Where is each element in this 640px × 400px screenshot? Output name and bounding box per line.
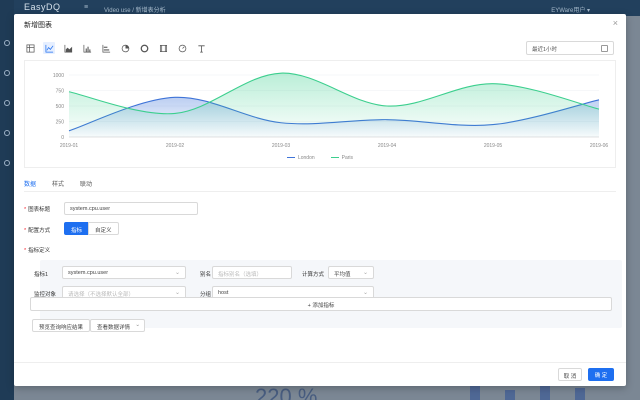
x-tick-label: 2019-02 bbox=[166, 143, 185, 149]
area-chart-icon[interactable] bbox=[62, 42, 74, 54]
y-tick-label: 500 bbox=[56, 104, 65, 110]
y-tick-label: 250 bbox=[56, 120, 65, 126]
cancel-button[interactable]: 取 消 bbox=[558, 368, 582, 381]
line-chart: 1000 750 500 250 0 2019-01 2019-02 2019-03 2019-… bbox=[53, 72, 609, 149]
view-data-detail-button[interactable]: 查看数据详情 ⌄ bbox=[90, 319, 146, 332]
config-mode-label: * 配置方式 bbox=[24, 228, 51, 234]
chart-title-label: * 图表标题 bbox=[24, 207, 51, 213]
chart-legend: London Paris bbox=[25, 155, 615, 161]
background-bar bbox=[575, 388, 585, 400]
chevron-down-icon: ⌄ bbox=[362, 290, 368, 296]
x-tick-label: 2019-04 bbox=[378, 143, 397, 149]
x-tick-label: 2019-01 bbox=[60, 143, 79, 149]
modal-title: 新增图表 bbox=[24, 22, 52, 29]
config-mode-metric[interactable]: 指标 bbox=[64, 222, 90, 235]
legend-item-london[interactable]: London bbox=[286, 155, 315, 161]
tabs-divider bbox=[24, 191, 616, 192]
footer-divider bbox=[14, 362, 626, 363]
calc-label: 计算方式 bbox=[302, 272, 325, 278]
x-tick-label: 2019-03 bbox=[272, 143, 291, 149]
background-bar bbox=[505, 390, 515, 400]
nav-icon[interactable] bbox=[4, 160, 10, 166]
calc-select[interactable]: 平均值 ⌄ bbox=[328, 266, 374, 279]
funnel-icon[interactable] bbox=[157, 42, 169, 54]
hamburger-icon[interactable]: ≡ bbox=[84, 4, 88, 11]
alias-label: 别名 bbox=[200, 272, 212, 278]
add-metric-button[interactable]: + 添加指标 bbox=[30, 297, 612, 311]
chart-title-input[interactable]: system.cpu.user bbox=[64, 202, 198, 215]
add-chart-modal: 新增图表 × 最近1小时 1000 750 500 250 0 2019-01 2019-0… bbox=[14, 14, 626, 386]
close-icon[interactable]: × bbox=[613, 18, 618, 28]
text-icon[interactable] bbox=[195, 42, 207, 54]
gauge-icon[interactable] bbox=[176, 42, 188, 54]
calendar-icon bbox=[601, 45, 608, 52]
bar-chart-icon[interactable] bbox=[81, 42, 93, 54]
legend-item-paris[interactable]: Paris bbox=[330, 155, 353, 161]
nav-icon[interactable] bbox=[4, 100, 10, 106]
background-bar bbox=[540, 384, 550, 400]
chevron-down-icon: ⌄ bbox=[135, 322, 141, 328]
user-menu[interactable]: EYWare用户 ▾ bbox=[551, 5, 590, 14]
metric1-select[interactable]: system.cpu.user ⌄ bbox=[62, 266, 186, 279]
chart-type-toolbar bbox=[24, 42, 207, 54]
y-tick-label: 750 bbox=[56, 89, 65, 95]
chevron-down-icon: ⌄ bbox=[174, 290, 180, 296]
chevron-down-icon: ⌄ bbox=[362, 270, 368, 276]
background-bar bbox=[470, 386, 480, 400]
app-sidebar bbox=[0, 0, 14, 400]
table-icon[interactable] bbox=[24, 42, 36, 54]
ok-button[interactable]: 确 定 bbox=[588, 368, 614, 381]
nav-icon[interactable] bbox=[4, 70, 10, 76]
nav-icon[interactable] bbox=[4, 40, 10, 46]
app-logo: EasyDQ bbox=[24, 2, 61, 12]
line-chart-icon[interactable] bbox=[43, 42, 55, 54]
pie-chart-icon[interactable] bbox=[119, 42, 131, 54]
alias-input[interactable]: 指标别名（选填） bbox=[212, 266, 292, 279]
x-tick-label: 2019-06 bbox=[590, 143, 609, 149]
time-range-picker[interactable]: 最近1小时 bbox=[526, 41, 614, 55]
nav-icon[interactable] bbox=[4, 130, 10, 136]
chevron-down-icon: ⌄ bbox=[174, 270, 180, 276]
time-range-value: 最近1小时 bbox=[532, 47, 558, 53]
metric1-label: 指标1 bbox=[34, 272, 49, 278]
breadcrumb: Video use / 新增表分析 bbox=[104, 8, 166, 14]
column-chart-icon[interactable] bbox=[100, 42, 112, 54]
ring-chart-icon[interactable] bbox=[138, 42, 150, 54]
y-tick-label: 1000 bbox=[53, 73, 64, 79]
y-tick-label: 0 bbox=[61, 135, 64, 141]
preview-query-button[interactable]: 预览查询响应结果 bbox=[32, 319, 91, 332]
background-big-number: 220 % bbox=[255, 384, 318, 400]
chart-preview: 1000 750 500 250 0 2019-01 2019-02 2019-03 2019-… bbox=[24, 60, 616, 168]
metric-def-label: * 指标定义 bbox=[24, 248, 51, 254]
x-tick-label: 2019-05 bbox=[484, 143, 503, 149]
config-mode-custom[interactable]: 自定义 bbox=[88, 222, 119, 235]
